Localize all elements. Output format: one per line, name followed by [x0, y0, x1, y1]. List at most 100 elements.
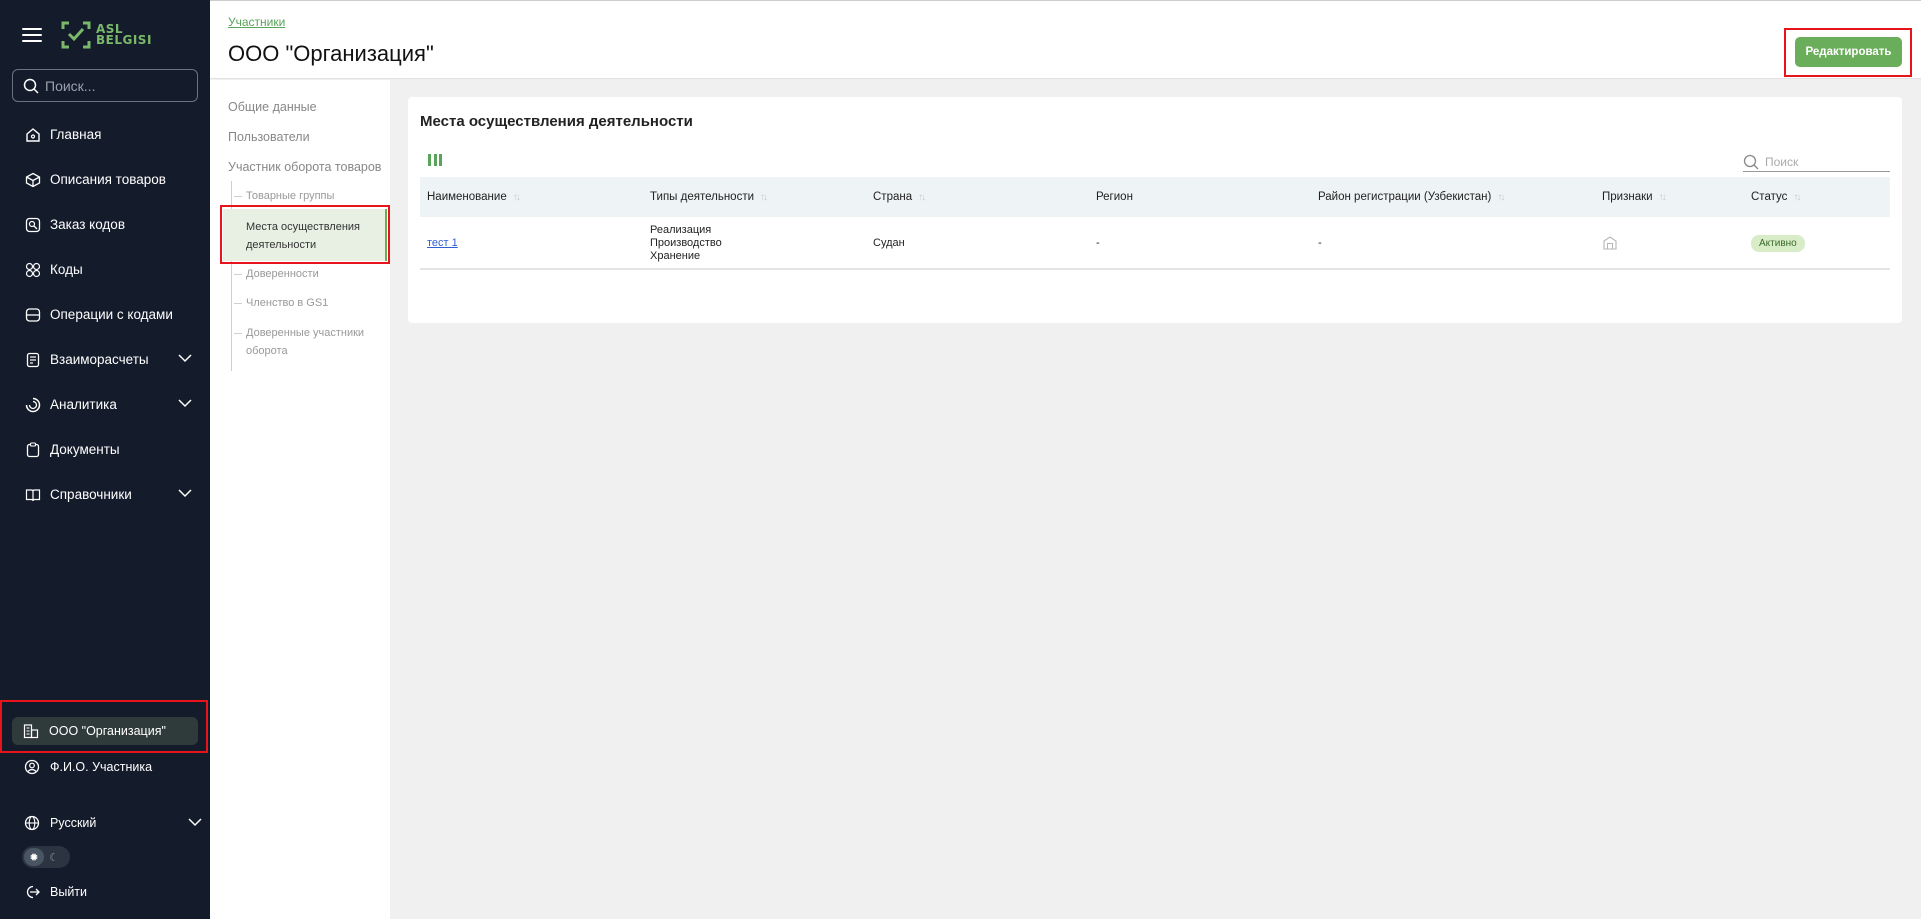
column-label: Наименование: [427, 191, 507, 203]
card-title: Места осуществления деятельности: [420, 113, 693, 130]
moon-icon[interactable]: ☾: [44, 848, 64, 866]
sun-icon[interactable]: ✹: [24, 848, 44, 866]
page-title: ООО "Организация": [228, 41, 434, 66]
table-search: [1743, 152, 1890, 172]
chevron-down-icon[interactable]: [188, 817, 202, 827]
operations-icon: [24, 306, 42, 324]
cell-country: Судан: [873, 237, 905, 249]
settlements-icon: [24, 351, 42, 369]
sidebar-item-label: Операции с кодами: [50, 307, 173, 322]
table-header: Наименование ↑↓ Типы деятельности ↑↓ Стран…: [420, 177, 1890, 217]
logout-button[interactable]: Выйти: [24, 882, 87, 902]
sidebar-item-documents[interactable]: Документы: [0, 427, 210, 472]
sidebar-item-references[interactable]: Справочники: [0, 472, 210, 517]
column-label: Регион: [1096, 191, 1133, 203]
menu-icon[interactable]: [22, 28, 42, 42]
section-nav-locations[interactable]: Места осуществления деятельности: [246, 218, 376, 254]
sort-icon[interactable]: ↑↓: [760, 192, 768, 203]
search-icon: [1743, 154, 1759, 169]
sidebar-item-home[interactable]: Главная: [0, 112, 210, 157]
sort-icon[interactable]: ↑↓: [1793, 192, 1801, 203]
section-nav: Общие данные Пользователи Участник оборо…: [210, 80, 390, 919]
sidebar-item-label: Справочники: [50, 487, 132, 502]
column-label: Типы деятельности: [650, 191, 755, 203]
codes-icon: [24, 261, 42, 279]
search-icon: [23, 78, 39, 94]
column-header-types[interactable]: Типы деятельности ↑↓: [650, 177, 768, 217]
language-label: Русский: [50, 816, 97, 830]
reference-book-icon: [24, 486, 42, 504]
sidebar-nav: Главная Описания товаров Заказ кодов Код…: [0, 112, 210, 517]
user-icon: [24, 758, 42, 776]
cell-district: -: [1318, 237, 1322, 249]
activity-type: Хранение: [650, 249, 701, 262]
analytics-icon: [24, 396, 42, 414]
activity-type: Производство: [650, 236, 722, 249]
page-header: Участники ООО "Организация" Редактироват…: [210, 0, 1921, 79]
sidebar-top: ASL BELGISI: [22, 18, 152, 52]
section-nav-product-groups[interactable]: Товарные группы: [233, 187, 334, 205]
location-link[interactable]: тест 1: [427, 237, 458, 249]
section-nav-powers-of-attorney[interactable]: Доверенности: [234, 265, 319, 283]
sidebar-item-label: Документы: [50, 442, 120, 457]
logout-label: Выйти: [50, 885, 88, 899]
sidebar-search-input[interactable]: [45, 77, 185, 94]
column-header-country[interactable]: Страна ↑↓: [873, 177, 926, 217]
sidebar-item-user[interactable]: Ф.И.О. Участника: [24, 757, 152, 777]
sidebar-item-code-operations[interactable]: Операции с кодами: [0, 292, 210, 337]
sidebar-item-product-descriptions[interactable]: Описания товаров: [0, 157, 210, 202]
column-header-name[interactable]: Наименование ↑↓: [427, 177, 521, 217]
sort-icon[interactable]: ↑↓: [1659, 192, 1667, 203]
table-footer-line: [420, 269, 1890, 270]
user-label: Ф.И.О. Участника: [50, 760, 153, 774]
column-header-status[interactable]: Статус ↑↓: [1751, 177, 1801, 217]
section-nav-users[interactable]: Пользователи: [228, 130, 310, 144]
sidebar-item-label: Главная: [50, 127, 102, 142]
sidebar-item-analytics[interactable]: Аналитика: [0, 382, 210, 427]
sidebar-item-label: Заказ кодов: [50, 217, 125, 232]
sort-icon[interactable]: ↑↓: [918, 192, 926, 203]
column-header-region[interactable]: Регион: [1096, 177, 1133, 217]
cell-region: -: [1096, 237, 1100, 249]
section-nav-participant[interactable]: Участник оборота товаров: [228, 160, 381, 174]
column-label: Район регистрации (Узбекистан): [1318, 191, 1492, 203]
locations-card: Места осуществления деятельности Наимено…: [408, 97, 1902, 323]
home-icon: [24, 126, 42, 144]
table-search-input[interactable]: [1765, 154, 1885, 169]
language-selector[interactable]: Русский: [24, 813, 202, 833]
columns-icon[interactable]: [428, 154, 442, 166]
section-nav-general[interactable]: Общие данные: [228, 100, 317, 114]
logout-icon: [24, 883, 42, 901]
table-row: тест 1 Реализация Производство Хранение …: [420, 217, 1890, 269]
sort-icon[interactable]: ↑↓: [513, 192, 521, 203]
sidebar-item-code-orders[interactable]: Заказ кодов: [0, 202, 210, 247]
code-order-icon: [24, 216, 42, 234]
chevron-down-icon[interactable]: [178, 398, 192, 408]
column-header-district[interactable]: Район регистрации (Узбекистан) ↑↓: [1318, 177, 1505, 217]
sort-icon[interactable]: ↑↓: [1497, 192, 1505, 203]
globe-icon: [24, 814, 42, 832]
chevron-down-icon[interactable]: [178, 488, 192, 498]
section-nav-trusted[interactable]: Доверенные участники оборота: [234, 324, 376, 360]
cell-status: Активно: [1751, 217, 1805, 269]
sidebar-search: [12, 69, 198, 102]
status-badge: Активно: [1751, 234, 1805, 252]
building-icon: [23, 722, 41, 740]
sidebar-item-label: Коды: [50, 262, 83, 277]
org-label: ООО "Организация": [49, 724, 166, 738]
column-label: Страна: [873, 191, 913, 203]
theme-toggle: ✹ ☾: [22, 846, 70, 868]
logo[interactable]: ASL BELGISI: [60, 19, 152, 51]
cell-name: тест 1: [427, 217, 458, 269]
edit-button[interactable]: Редактировать: [1795, 37, 1902, 67]
documents-icon: [24, 441, 42, 459]
sidebar-item-codes[interactable]: Коды: [0, 247, 210, 292]
section-nav-gs1[interactable]: Членство в GS1: [233, 294, 328, 312]
sidebar: ASL BELGISI Главная Описания товаров Зак…: [0, 0, 210, 919]
logo-text: ASL BELGISI: [96, 22, 152, 47]
sidebar-item-settlements[interactable]: Взаиморасчеты: [0, 337, 210, 382]
sidebar-item-organization[interactable]: ООО "Организация": [12, 717, 198, 745]
breadcrumb[interactable]: Участники: [228, 15, 285, 29]
chevron-down-icon[interactable]: [178, 353, 192, 363]
column-header-signs[interactable]: Признаки ↑↓: [1602, 177, 1667, 217]
